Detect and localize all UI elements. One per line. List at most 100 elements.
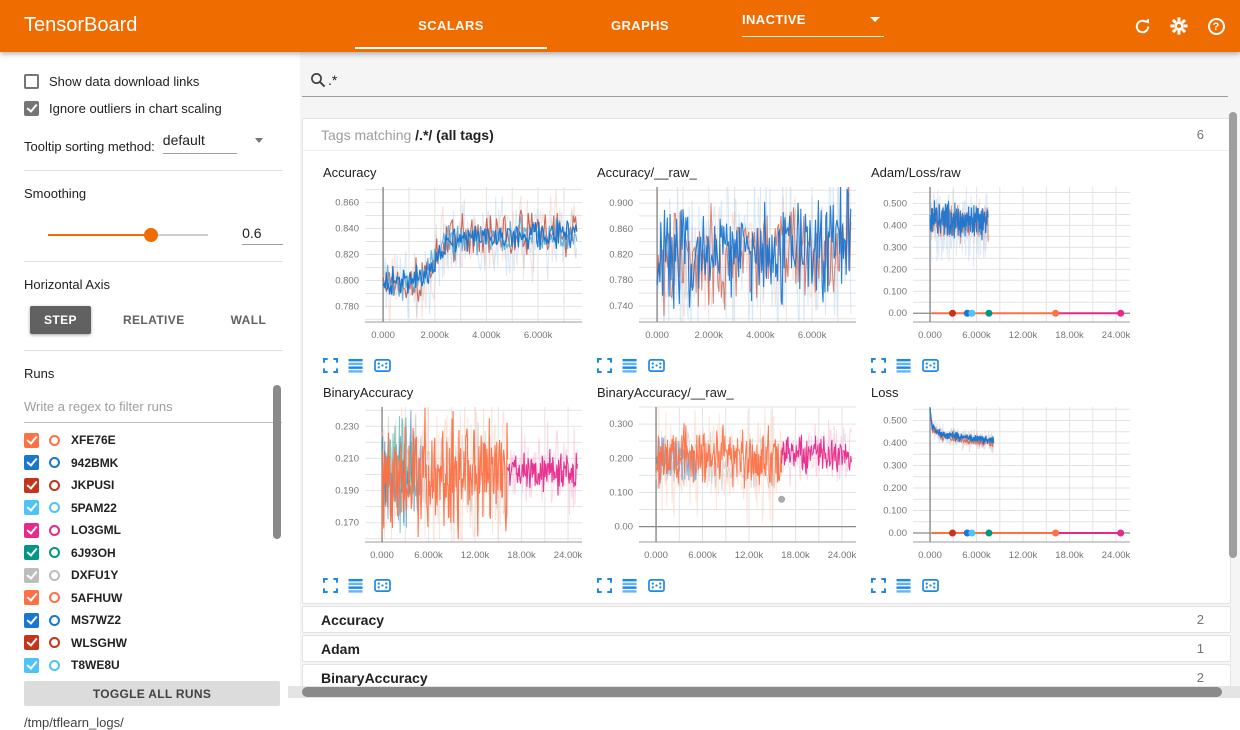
chart-toolbar bbox=[871, 578, 1143, 593]
run-checkbox[interactable] bbox=[24, 635, 39, 650]
run-color-radio[interactable] bbox=[49, 547, 60, 558]
svg-text:0.00: 0.00 bbox=[889, 308, 908, 319]
refresh-icon[interactable] bbox=[1132, 16, 1152, 36]
chart-toolbar bbox=[323, 358, 595, 373]
section-count-badge: 2 bbox=[1197, 612, 1204, 627]
svg-text:6.000k: 6.000k bbox=[414, 550, 443, 561]
svg-text:0.300: 0.300 bbox=[609, 419, 633, 430]
run-row[interactable]: LO3GML bbox=[24, 519, 283, 542]
run-checkbox[interactable] bbox=[24, 478, 39, 493]
vertical-scrollbar[interactable] bbox=[1229, 112, 1237, 558]
run-row[interactable]: DXFU1Y bbox=[24, 564, 283, 587]
fit-domain-icon[interactable] bbox=[374, 578, 391, 593]
run-row[interactable]: 5PAM22 bbox=[24, 497, 283, 520]
run-row[interactable]: 5AFHUW bbox=[24, 587, 283, 610]
expand-chart-icon[interactable] bbox=[871, 358, 886, 373]
tag-filter-input[interactable] bbox=[328, 72, 728, 88]
smoothing-slider[interactable] bbox=[48, 228, 208, 242]
run-color-radio[interactable] bbox=[49, 480, 60, 491]
toggle-all-runs-button[interactable]: TOGGLE ALL RUNS bbox=[24, 681, 280, 706]
run-row[interactable]: WLSGHW bbox=[24, 632, 283, 655]
ignore-outliers-checkbox[interactable]: Ignore outliers in chart scaling bbox=[24, 101, 283, 116]
axis-wall-button[interactable]: WALL bbox=[217, 306, 281, 334]
chevron-down-icon bbox=[255, 138, 263, 143]
svg-text:0.000: 0.000 bbox=[918, 550, 942, 561]
run-color-radio[interactable] bbox=[49, 457, 60, 468]
axis-step-button[interactable]: STEP bbox=[30, 306, 91, 334]
smoothing-value-field[interactable]: 0.6 bbox=[242, 225, 283, 245]
runs-scrollbar[interactable] bbox=[273, 385, 281, 539]
toggle-y-axis-icon[interactable] bbox=[348, 358, 364, 373]
run-checkbox[interactable] bbox=[24, 523, 39, 538]
run-color-radio[interactable] bbox=[49, 502, 60, 513]
run-checkbox[interactable] bbox=[24, 500, 39, 515]
svg-text:24.00k: 24.00k bbox=[1102, 550, 1131, 561]
fit-domain-icon[interactable] bbox=[374, 358, 391, 373]
svg-text:0.860: 0.860 bbox=[609, 224, 633, 235]
run-row[interactable]: JKPUSI bbox=[24, 474, 283, 497]
run-color-radio[interactable] bbox=[49, 592, 60, 603]
run-color-radio[interactable] bbox=[49, 525, 60, 536]
svg-text:0.000: 0.000 bbox=[371, 330, 395, 341]
slider-thumb[interactable] bbox=[144, 228, 158, 242]
section-label: Adam bbox=[321, 641, 360, 657]
run-color-radio[interactable] bbox=[49, 660, 60, 671]
expand-chart-icon[interactable] bbox=[597, 578, 612, 593]
section-accuracy[interactable]: Accuracy 2 bbox=[302, 606, 1231, 633]
run-checkbox[interactable] bbox=[24, 590, 39, 605]
settings-icon[interactable] bbox=[1169, 16, 1189, 36]
run-checkbox[interactable] bbox=[24, 658, 39, 673]
run-row[interactable]: 942BMK bbox=[24, 452, 283, 475]
chart-toolbar bbox=[871, 358, 1143, 373]
axis-relative-button[interactable]: RELATIVE bbox=[109, 306, 199, 334]
horizontal-scrollbar[interactable] bbox=[302, 687, 1222, 697]
tab-scalars[interactable]: SCALARS bbox=[355, 0, 547, 52]
expand-chart-icon[interactable] bbox=[597, 358, 612, 373]
fit-domain-icon[interactable] bbox=[922, 358, 939, 373]
svg-text:6.000k: 6.000k bbox=[524, 330, 553, 341]
expand-chart-icon[interactable] bbox=[323, 358, 338, 373]
show-download-links-checkbox[interactable]: Show data download links bbox=[24, 74, 283, 89]
run-checkbox[interactable] bbox=[24, 455, 39, 470]
expand-chart-icon[interactable] bbox=[871, 578, 886, 593]
svg-text:0.780: 0.780 bbox=[335, 301, 359, 312]
smoothing-label: Smoothing bbox=[24, 186, 283, 201]
run-checkbox[interactable] bbox=[24, 568, 39, 583]
toggle-y-axis-icon[interactable] bbox=[896, 358, 912, 373]
help-icon[interactable]: ? bbox=[1206, 16, 1226, 36]
svg-text:4.000k: 4.000k bbox=[746, 330, 775, 341]
svg-text:0.300: 0.300 bbox=[883, 461, 907, 472]
svg-text:0.800: 0.800 bbox=[335, 275, 359, 286]
status-dropdown[interactable]: INACTIVE bbox=[742, 12, 884, 37]
tags-matching-prefix: Tags matching bbox=[321, 127, 415, 143]
run-color-radio[interactable] bbox=[49, 570, 60, 581]
svg-text:0.00: 0.00 bbox=[615, 522, 634, 533]
section-adam[interactable]: Adam 1 bbox=[302, 635, 1231, 662]
run-color-radio[interactable] bbox=[49, 435, 60, 446]
tab-graphs[interactable]: GRAPHS bbox=[575, 0, 705, 52]
run-color-radio[interactable] bbox=[49, 637, 60, 648]
run-row[interactable]: XFE76E bbox=[24, 429, 283, 452]
svg-text:2.000k: 2.000k bbox=[420, 330, 449, 341]
svg-text:0.900: 0.900 bbox=[609, 198, 633, 209]
toggle-y-axis-icon[interactable] bbox=[348, 578, 364, 593]
run-row[interactable]: MS7WZ2 bbox=[24, 609, 283, 632]
fit-domain-icon[interactable] bbox=[648, 578, 665, 593]
run-row[interactable]: T8WE8U bbox=[24, 654, 283, 675]
divider bbox=[24, 350, 283, 351]
tooltip-sorting-dropdown[interactable]: default bbox=[163, 132, 237, 154]
fit-domain-icon[interactable] bbox=[648, 358, 665, 373]
charts-grid: Accuracy0.8600.8400.8200.8000.7800.0002.… bbox=[303, 151, 1230, 603]
run-color-radio[interactable] bbox=[49, 615, 60, 626]
expand-chart-icon[interactable] bbox=[323, 578, 338, 593]
run-checkbox[interactable] bbox=[24, 545, 39, 560]
tags-card-header[interactable]: Tags matching /.*/ (all tags) 6 bbox=[303, 119, 1230, 151]
run-checkbox[interactable] bbox=[24, 433, 39, 448]
run-row[interactable]: 6J93OH bbox=[24, 542, 283, 565]
toggle-y-axis-icon[interactable] bbox=[622, 578, 638, 593]
run-checkbox[interactable] bbox=[24, 613, 39, 628]
fit-domain-icon[interactable] bbox=[922, 578, 939, 593]
toggle-y-axis-icon[interactable] bbox=[622, 358, 638, 373]
run-filter-input[interactable] bbox=[24, 395, 282, 423]
toggle-y-axis-icon[interactable] bbox=[896, 578, 912, 593]
